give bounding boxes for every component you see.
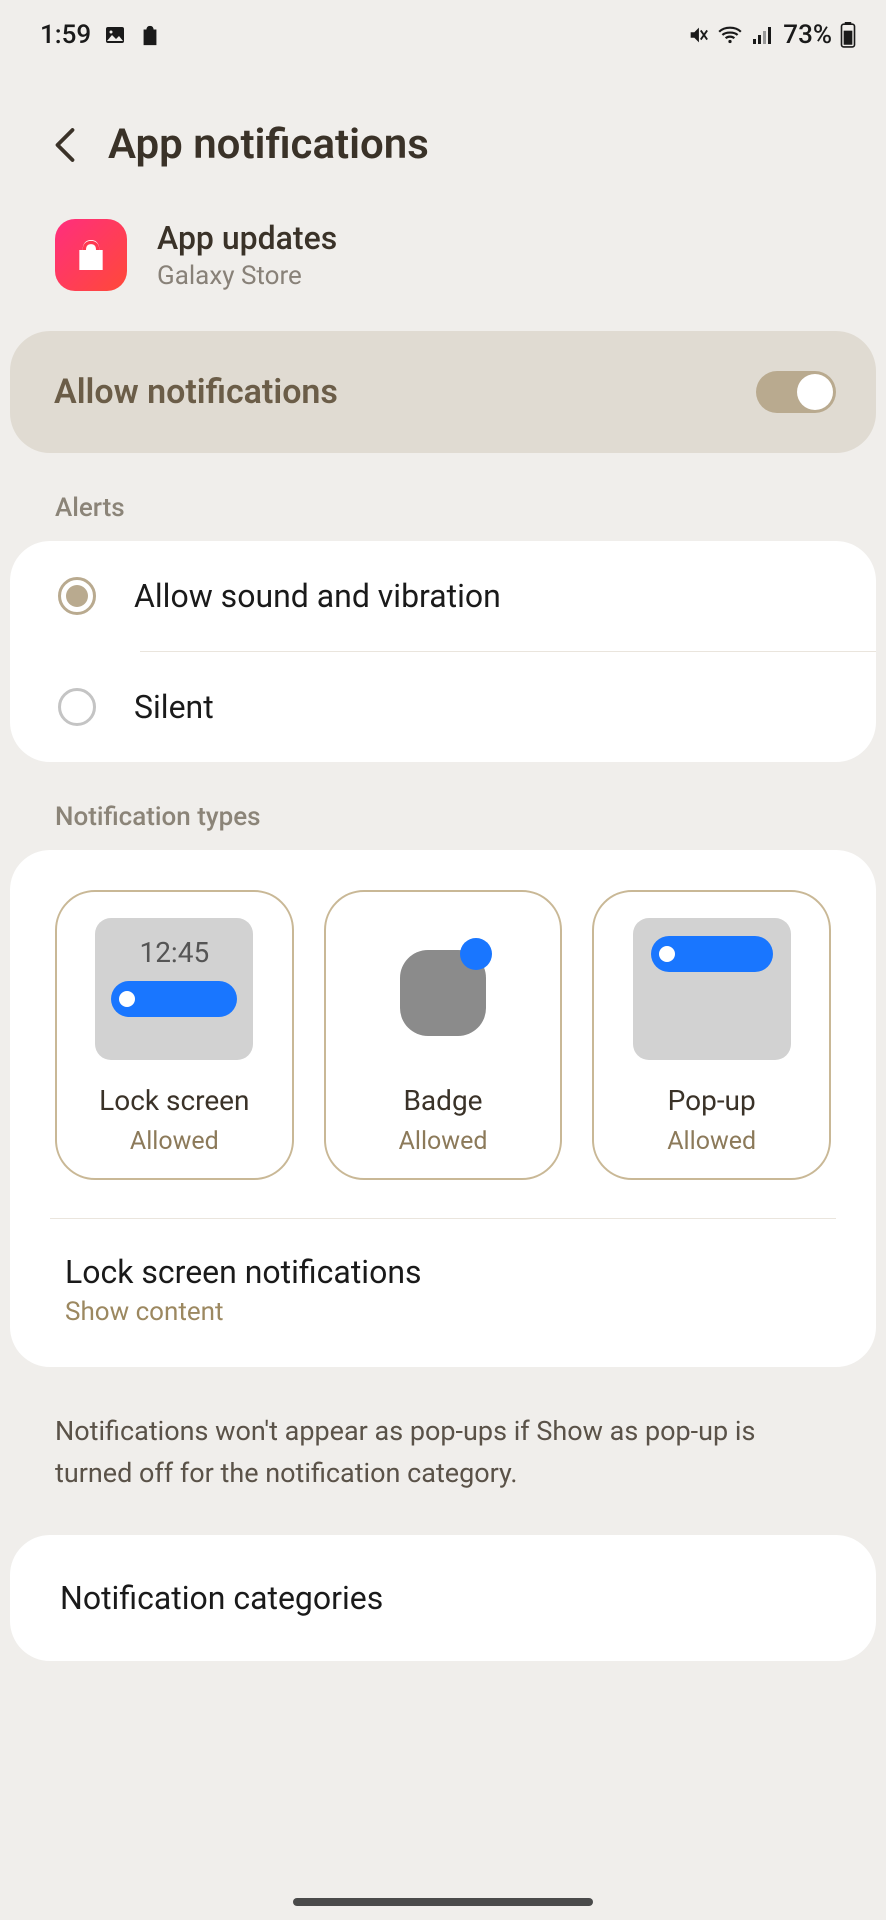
toggle-knob bbox=[797, 374, 833, 410]
type-status: Allowed bbox=[399, 1127, 488, 1156]
notification-categories-row[interactable]: Notification categories bbox=[10, 1535, 876, 1661]
type-title: Lock screen bbox=[99, 1084, 249, 1117]
lock-screen-notifications-subtitle: Show content bbox=[65, 1297, 821, 1327]
lock-screen-notifications-row[interactable]: Lock screen notifications Show content bbox=[55, 1219, 831, 1327]
radio-unselected-icon bbox=[58, 688, 96, 726]
badge-preview-icon bbox=[364, 918, 522, 1060]
app-source: Galaxy Store bbox=[157, 261, 337, 291]
alerts-section-label: Alerts bbox=[0, 453, 886, 541]
status-left: 1:59 bbox=[40, 20, 161, 50]
alerts-card: Allow sound and vibration Silent bbox=[10, 541, 876, 762]
lock-screen-preview-icon: 12:45 bbox=[95, 918, 253, 1060]
home-indicator[interactable] bbox=[293, 1898, 593, 1906]
types-grid: 12:45 Lock screen Allowed Badge Allowed … bbox=[55, 890, 831, 1180]
battery-percent: 73% bbox=[783, 20, 832, 50]
status-bar: 1:59 73% bbox=[0, 0, 886, 60]
type-title: Pop-up bbox=[668, 1084, 756, 1117]
types-section-label: Notification types bbox=[0, 762, 886, 850]
status-right: 73% bbox=[687, 20, 856, 50]
radio-selected-icon bbox=[58, 577, 96, 615]
status-time: 1:59 bbox=[40, 20, 91, 50]
type-status: Allowed bbox=[667, 1127, 756, 1156]
picture-icon bbox=[103, 23, 127, 47]
type-title: Badge bbox=[403, 1084, 482, 1117]
app-name: App updates bbox=[157, 219, 337, 257]
app-info-row: App updates Galaxy Store bbox=[0, 199, 886, 331]
type-tile-popup[interactable]: Pop-up Allowed bbox=[592, 890, 831, 1180]
signal-icon bbox=[751, 25, 775, 45]
lock-preview-time: 12:45 bbox=[139, 936, 209, 969]
info-text: Notifications won't appear as pop-ups if… bbox=[0, 1367, 886, 1535]
alert-option-sound[interactable]: Allow sound and vibration bbox=[10, 541, 876, 651]
type-tile-badge[interactable]: Badge Allowed bbox=[324, 890, 563, 1180]
alert-option-label: Allow sound and vibration bbox=[134, 577, 836, 615]
alert-option-label: Silent bbox=[134, 688, 836, 726]
popup-preview-icon bbox=[633, 918, 791, 1060]
allow-notifications-row[interactable]: Allow notifications bbox=[10, 331, 876, 453]
type-status: Allowed bbox=[130, 1127, 219, 1156]
bag-icon bbox=[139, 24, 161, 46]
notification-types-card: 12:45 Lock screen Allowed Badge Allowed … bbox=[10, 850, 876, 1367]
vibrate-mute-icon bbox=[687, 24, 709, 46]
page-header: App notifications bbox=[0, 60, 886, 199]
lock-screen-notifications-title: Lock screen notifications bbox=[65, 1253, 821, 1291]
wifi-icon bbox=[717, 24, 743, 46]
back-icon[interactable] bbox=[50, 125, 80, 165]
app-icon bbox=[55, 219, 127, 291]
alert-option-silent[interactable]: Silent bbox=[10, 652, 876, 762]
battery-icon bbox=[840, 22, 856, 48]
allow-notifications-toggle[interactable] bbox=[756, 371, 836, 413]
page-title: App notifications bbox=[108, 120, 429, 169]
notification-categories-title: Notification categories bbox=[60, 1579, 826, 1617]
allow-notifications-label: Allow notifications bbox=[54, 372, 338, 412]
type-tile-lock-screen[interactable]: 12:45 Lock screen Allowed bbox=[55, 890, 294, 1180]
